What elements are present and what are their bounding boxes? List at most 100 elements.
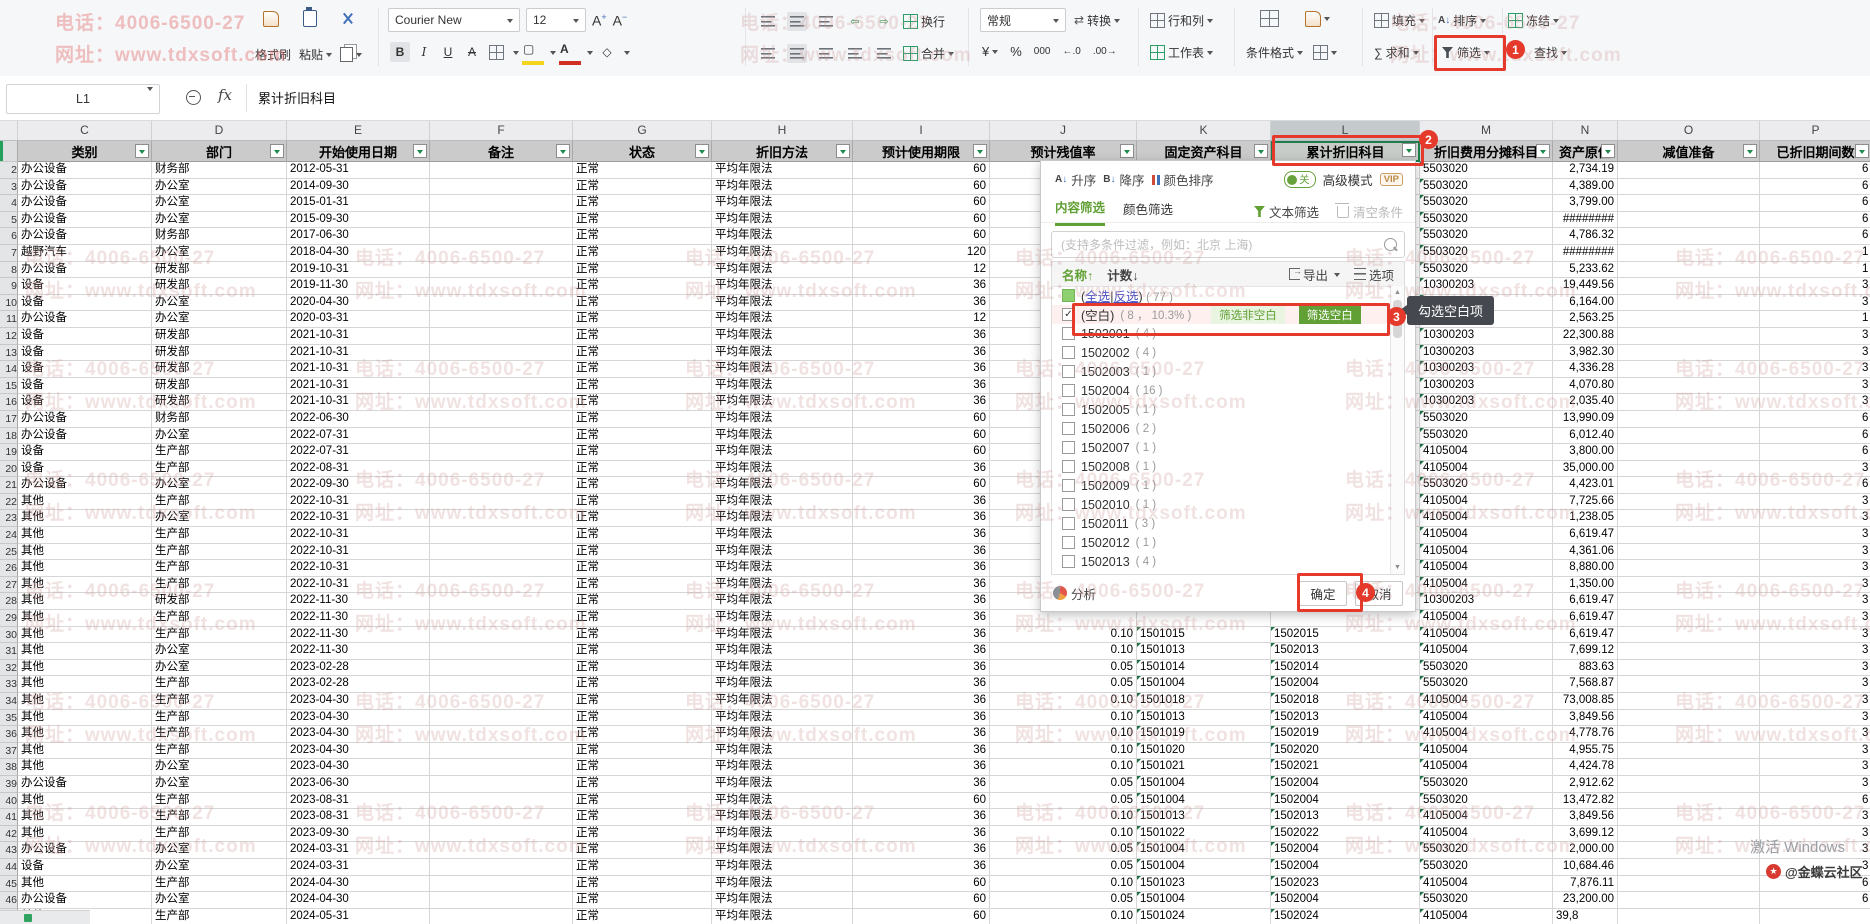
row-header-32[interactable]: 32: [0, 660, 18, 677]
cell-E2[interactable]: 2012-05-31: [287, 162, 430, 179]
cell-O46[interactable]: [1618, 892, 1760, 909]
cell-H16[interactable]: 平均年限法: [712, 394, 853, 411]
cell-F25[interactable]: [430, 544, 573, 561]
cell-E35[interactable]: 2023-04-30: [287, 710, 430, 727]
cell-P32[interactable]: 3: [1760, 660, 1870, 677]
cell-O23[interactable]: [1618, 510, 1760, 527]
export-button[interactable]: 导出: [1289, 265, 1340, 284]
cell-F7[interactable]: [430, 245, 573, 262]
filter-arrow-icon-P[interactable]: [1855, 144, 1869, 158]
column-header-H[interactable]: 折旧方法: [712, 141, 853, 162]
cell-H21[interactable]: 平均年限法: [712, 477, 853, 494]
cell-M36[interactable]: 4105004: [1420, 726, 1553, 743]
cell-G19[interactable]: 正常: [573, 444, 712, 461]
cell-G10[interactable]: 正常: [573, 295, 712, 312]
cell-E40[interactable]: 2023-08-31: [287, 793, 430, 810]
column-header-P[interactable]: 已折旧期间数: [1760, 141, 1870, 162]
eraser-button[interactable]: ◇: [597, 42, 617, 62]
cell-H39[interactable]: 平均年限法: [712, 776, 853, 793]
cell-E12[interactable]: 2021-10-31: [287, 328, 430, 345]
cell-M38[interactable]: 4105004: [1420, 759, 1553, 776]
cell-I32[interactable]: 36: [853, 660, 990, 677]
cell-J30[interactable]: 0.10: [990, 627, 1137, 644]
cell-M40[interactable]: 5503020: [1420, 793, 1553, 810]
cell-P22[interactable]: 3: [1760, 494, 1870, 511]
cell-N4[interactable]: 3,799.00: [1553, 195, 1618, 212]
row-header-44[interactable]: 44: [0, 859, 18, 876]
column-header-J[interactable]: 预计残值率: [990, 141, 1137, 162]
cell-M5[interactable]: 5503020: [1420, 212, 1553, 229]
row-header-17[interactable]: 17: [0, 411, 18, 428]
cell-H3[interactable]: 平均年限法: [712, 179, 853, 196]
cell-H46[interactable]: 平均年限法: [712, 892, 853, 909]
cell-D35[interactable]: 生产部: [152, 710, 287, 727]
row-header-3[interactable]: 3: [0, 179, 18, 196]
cell-N11[interactable]: 2,563.25: [1553, 311, 1618, 328]
cell-O37[interactable]: [1618, 743, 1760, 760]
cell-D36[interactable]: 生产部: [152, 726, 287, 743]
row-header-27[interactable]: 27: [0, 577, 18, 594]
cell-L33[interactable]: 1502004: [1271, 676, 1420, 693]
cell-J41[interactable]: 0.10: [990, 809, 1137, 826]
cell-M9[interactable]: 10300203: [1420, 278, 1553, 295]
justify-icon[interactable]: [845, 44, 865, 63]
cell-C2[interactable]: 办公设备: [18, 162, 152, 179]
cell-M33[interactable]: 5503020: [1420, 676, 1553, 693]
cell-K33[interactable]: 1501004: [1137, 676, 1271, 693]
sort-button[interactable]: A↓排序: [1438, 12, 1486, 29]
cell-D34[interactable]: 生产部: [152, 693, 287, 710]
cell-G33[interactable]: 正常: [573, 676, 712, 693]
cell-L32[interactable]: 1502014: [1271, 660, 1420, 677]
cell-P13[interactable]: 3: [1760, 345, 1870, 362]
cell-C15[interactable]: 设备: [18, 378, 152, 395]
cell-H29[interactable]: 平均年限法: [712, 610, 853, 627]
cell-F19[interactable]: [430, 444, 573, 461]
cell-L30[interactable]: 1502015: [1271, 627, 1420, 644]
cell-P4[interactable]: 6: [1760, 195, 1870, 212]
filter-arrow-icon-O[interactable]: [1743, 144, 1757, 158]
item-checkbox[interactable]: [1062, 441, 1075, 454]
cell-H11[interactable]: 平均年限法: [712, 311, 853, 328]
cell-P2[interactable]: 6: [1760, 162, 1870, 179]
filter-item-1502005[interactable]: 1502005( 1 ): [1052, 400, 1391, 419]
cell-E21[interactable]: 2022-09-30: [287, 477, 430, 494]
cell-C46[interactable]: 办公设备: [18, 892, 152, 909]
column-header-L[interactable]: 累计折旧科目: [1271, 141, 1420, 162]
cell-H5[interactable]: 平均年限法: [712, 212, 853, 229]
cell-M12[interactable]: 10300203: [1420, 328, 1553, 345]
cell-O18[interactable]: [1618, 428, 1760, 445]
cell-E9[interactable]: 2019-11-30: [287, 278, 430, 295]
increase-decimal-button[interactable]: .00→: [1093, 46, 1117, 57]
cell-F14[interactable]: [430, 361, 573, 378]
cell-F11[interactable]: [430, 311, 573, 328]
cell-D42[interactable]: 生产部: [152, 826, 287, 843]
options-button[interactable]: 选项: [1354, 265, 1394, 284]
cell-F36[interactable]: [430, 726, 573, 743]
cell-K36[interactable]: 1501019: [1137, 726, 1271, 743]
column-letter-C[interactable]: C: [18, 120, 152, 140]
cell-M17[interactable]: 5503020: [1420, 411, 1553, 428]
cell-O17[interactable]: [1618, 411, 1760, 428]
filter-arrow-icon-H[interactable]: [836, 144, 850, 158]
cell-P46[interactable]: 6: [1760, 892, 1870, 909]
filter-blank-button[interactable]: 筛选空白: [1299, 306, 1361, 324]
column-letter-H[interactable]: H: [712, 120, 853, 140]
cell-O16[interactable]: [1618, 394, 1760, 411]
cell-M42[interactable]: 4105004: [1420, 826, 1553, 843]
cell-G15[interactable]: 正常: [573, 378, 712, 395]
cell-H4[interactable]: 平均年限法: [712, 195, 853, 212]
row-header-45[interactable]: 45: [0, 876, 18, 893]
cell-J29[interactable]: [990, 610, 1137, 627]
cell-I25[interactable]: 36: [853, 544, 990, 561]
filter-item-1502009[interactable]: 1502009( 1 ): [1052, 476, 1391, 495]
cell-O34[interactable]: [1618, 693, 1760, 710]
fill-color-button[interactable]: ▢: [523, 42, 543, 62]
cell-G20[interactable]: 正常: [573, 461, 712, 478]
cell-C28[interactable]: 其他: [18, 593, 152, 610]
row-header-28[interactable]: 28: [0, 593, 18, 610]
thousands-format-button[interactable]: 000: [1034, 46, 1051, 57]
align-left-icon[interactable]: [758, 44, 778, 63]
cell-D27[interactable]: 生产部: [152, 577, 287, 594]
formula-content[interactable]: 累计折旧科目: [258, 88, 336, 107]
cell-D17[interactable]: 财务部: [152, 411, 287, 428]
